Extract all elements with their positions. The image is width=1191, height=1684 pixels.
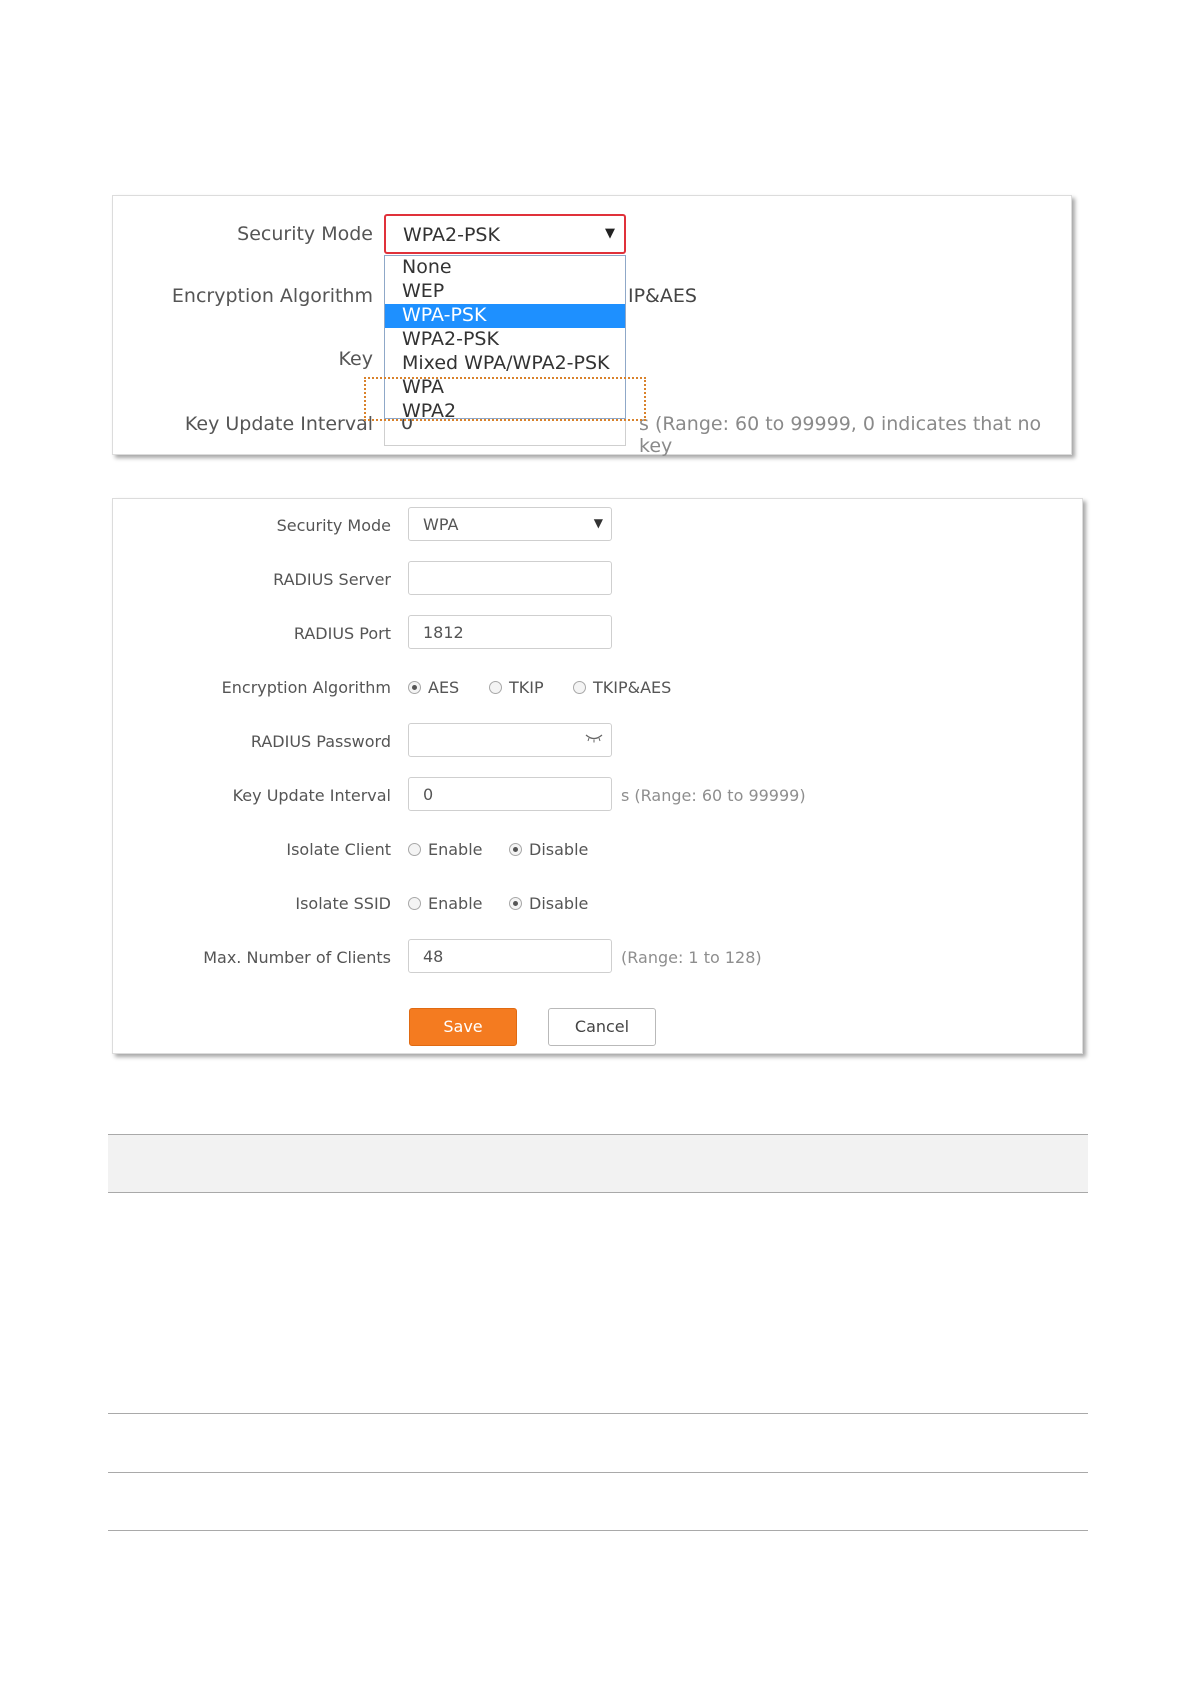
save-button[interactable]: Save <box>409 1008 517 1046</box>
security-mode-selected-value: WPA <box>423 515 459 534</box>
isolate-ssid-disable[interactable]: Disable <box>509 894 588 913</box>
dropdown-option-wpa-psk[interactable]: WPA-PSK <box>385 304 625 328</box>
security-mode-selected-value: WPA2-PSK <box>403 224 500 246</box>
hidden-password-eye-icon[interactable] <box>585 733 603 743</box>
isolate-ssid-disable-label: Disable <box>529 894 589 913</box>
isolate-client-enable[interactable]: Enable <box>408 840 483 859</box>
security-mode-label: Security Mode <box>237 223 373 245</box>
key-update-interval-value: 0 <box>423 785 434 804</box>
cancel-button[interactable]: Cancel <box>548 1008 656 1046</box>
max-clients-value: 48 <box>423 947 444 966</box>
dropdown-option-mixed-wpa-wpa2-psk[interactable]: Mixed WPA/WPA2-PSK <box>385 352 625 376</box>
radio-unselected-icon <box>489 681 502 694</box>
radio-selected-icon <box>509 843 522 856</box>
dropdown-option-wep[interactable]: WEP <box>385 280 625 304</box>
max-clients-input[interactable]: 48 <box>408 939 612 973</box>
dropdown-option-wpa2-psk[interactable]: WPA2-PSK <box>385 328 625 352</box>
radius-server-input[interactable] <box>408 561 612 595</box>
isolate-ssid-enable-label: Enable <box>428 894 483 913</box>
radio-unselected-icon <box>408 843 421 856</box>
security-settings-panel-2: Security Mode WPA ▼ RADIUS Server RADIUS… <box>112 498 1083 1054</box>
max-clients-hint: (Range: 1 to 128) <box>621 948 762 967</box>
radius-server-label: RADIUS Server <box>273 570 391 589</box>
parameter-table-header <box>108 1134 1088 1193</box>
encryption-option-tkip[interactable]: TKIP <box>489 678 544 697</box>
radio-unselected-icon <box>408 897 421 910</box>
encryption-algorithm-fragment: IP&AES <box>628 285 697 307</box>
key-label: Key <box>338 348 373 370</box>
table-row-divider <box>108 1472 1088 1473</box>
encryption-option-label: AES <box>428 678 460 697</box>
security-mode-select[interactable]: WPA2-PSK ▼ <box>384 214 626 254</box>
isolate-client-disable[interactable]: Disable <box>509 840 588 859</box>
dropdown-option-none[interactable]: None <box>385 256 625 280</box>
radio-selected-icon <box>509 897 522 910</box>
key-update-interval-input[interactable]: 0 <box>408 777 612 811</box>
dropdown-arrow-icon: ▼ <box>593 516 603 530</box>
encryption-algorithm-label: Encryption Algorithm <box>171 285 373 307</box>
radius-port-label: RADIUS Port <box>293 624 391 643</box>
isolate-ssid-enable[interactable]: Enable <box>408 894 483 913</box>
key-update-interval-label: Key Update Interval <box>232 786 391 805</box>
key-update-interval-label: Key Update Interval <box>184 413 373 435</box>
security-mode-label: Security Mode <box>276 516 391 535</box>
isolate-client-enable-label: Enable <box>428 840 483 859</box>
encryption-option-tkip-aes[interactable]: TKIP&AES <box>573 678 671 697</box>
table-row-divider <box>108 1530 1088 1531</box>
key-update-interval-hint: s (Range: 60 to 99999) <box>621 786 806 805</box>
radio-selected-icon <box>408 681 421 694</box>
encryption-option-aes[interactable]: AES <box>408 678 459 697</box>
isolate-client-label: Isolate Client <box>286 840 391 859</box>
encryption-option-label: TKIP <box>509 678 544 697</box>
radius-port-value: 1812 <box>423 623 464 642</box>
isolate-client-disable-label: Disable <box>529 840 589 859</box>
radio-unselected-icon <box>573 681 586 694</box>
encryption-algorithm-label: Encryption Algorithm <box>221 678 391 697</box>
max-clients-label: Max. Number of Clients <box>203 948 391 967</box>
wpa-options-callout <box>364 377 646 421</box>
security-mode-select[interactable]: WPA ▼ <box>408 507 612 541</box>
isolate-ssid-label: Isolate SSID <box>295 894 391 913</box>
table-row-divider <box>108 1413 1088 1414</box>
radius-password-label: RADIUS Password <box>250 732 391 751</box>
key-update-interval-hint: s (Range: 60 to 99999, 0 indicates that … <box>639 413 1042 457</box>
radius-password-input[interactable] <box>408 723 612 757</box>
dropdown-arrow-icon: ▼ <box>605 226 615 241</box>
encryption-option-label: TKIP&AES <box>593 678 672 697</box>
radius-port-input[interactable]: 1812 <box>408 615 612 649</box>
